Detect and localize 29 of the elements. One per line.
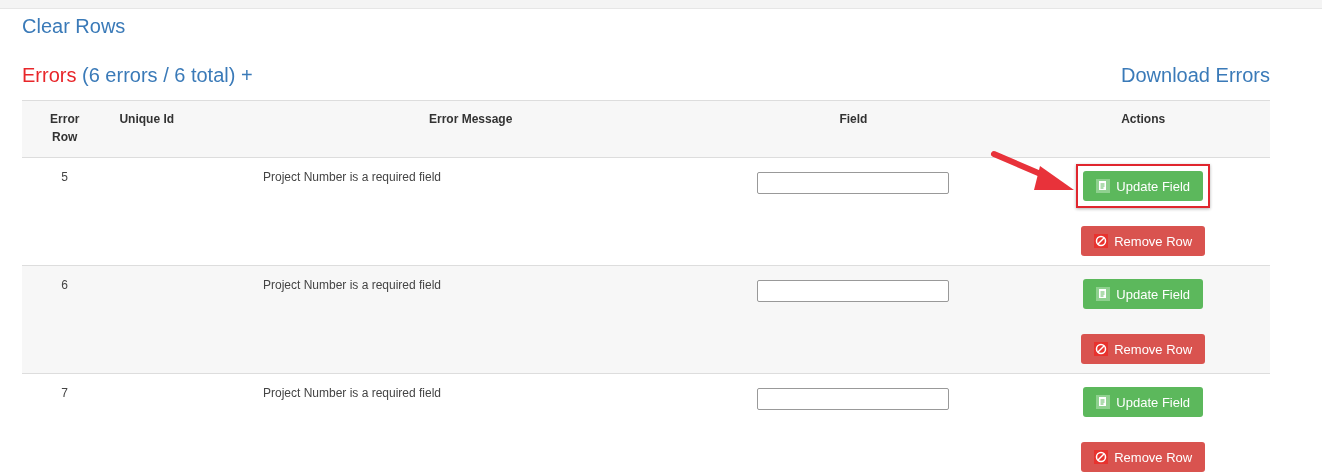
- download-errors-link[interactable]: Download Errors: [1121, 64, 1270, 87]
- document-icon: [1096, 287, 1111, 301]
- field-input[interactable]: [757, 280, 950, 302]
- field-input[interactable]: [757, 172, 950, 194]
- error-message: Project Number is a required field: [262, 386, 442, 400]
- column-header: Actions: [1121, 112, 1166, 126]
- error-message: Project Number is a required field: [262, 170, 442, 184]
- errors-heading: Errors (6 errors / 6 total) +: [22, 64, 253, 87]
- remove-row-button[interactable]: Remove Row: [1081, 442, 1206, 472]
- error-row-number: 7: [61, 386, 69, 400]
- field-input[interactable]: [757, 388, 950, 410]
- remove-row-button[interactable]: Remove Row: [1081, 334, 1206, 364]
- ban-icon: [1094, 234, 1109, 248]
- column-header: Error Row: [50, 112, 80, 144]
- column-header: Field: [839, 112, 868, 126]
- column-header: Error Message: [429, 112, 513, 126]
- update-field-button[interactable]: Update Field: [1083, 171, 1204, 201]
- remove-row-button[interactable]: Remove Row: [1081, 226, 1206, 256]
- ban-icon: [1094, 342, 1109, 356]
- document-icon: [1096, 179, 1111, 193]
- ban-icon: [1094, 450, 1109, 464]
- document-icon: [1096, 395, 1111, 409]
- clear-rows-link[interactable]: Clear Rows: [22, 15, 126, 37]
- update-field-button[interactable]: Update Field: [1083, 279, 1204, 309]
- error-row-number: 5: [61, 170, 69, 184]
- column-header: Unique Id: [119, 112, 175, 126]
- update-field-button[interactable]: Update Field: [1083, 387, 1204, 417]
- error-row-number: 6: [61, 278, 69, 292]
- error-message: Project Number is a required field: [262, 278, 442, 292]
